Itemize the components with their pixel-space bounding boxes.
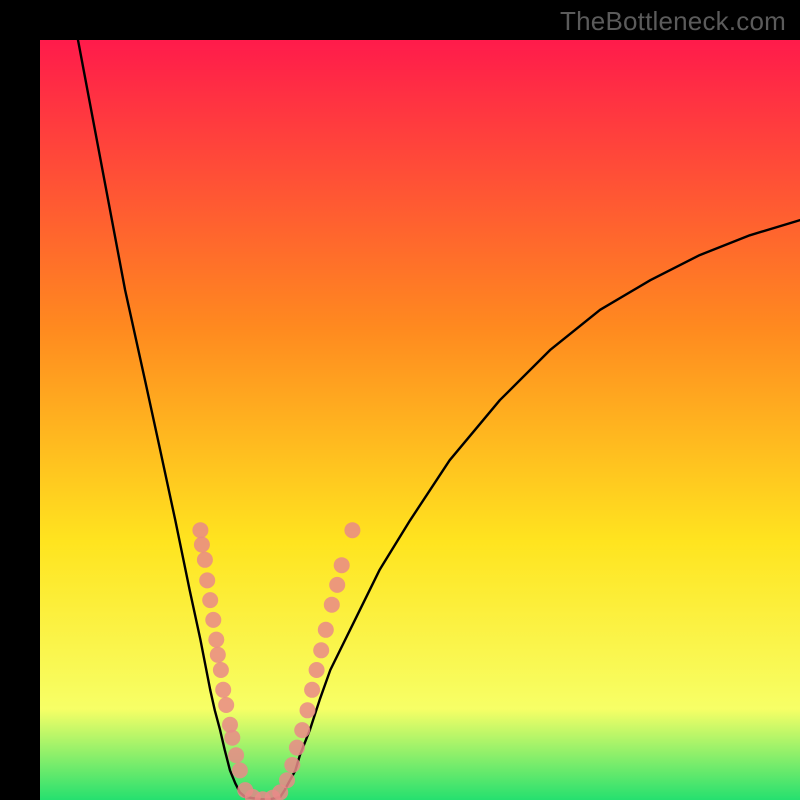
sample-dot xyxy=(232,762,248,778)
sample-dot xyxy=(304,682,320,698)
sample-dot xyxy=(284,757,300,773)
sample-dot xyxy=(313,642,329,658)
sample-dot xyxy=(334,557,350,573)
sample-dot xyxy=(279,772,295,788)
chart-frame: TheBottleneck.com xyxy=(0,0,800,800)
sample-dot xyxy=(205,612,221,628)
sample-dot xyxy=(218,697,234,713)
sample-dot xyxy=(228,747,244,763)
sample-dot xyxy=(192,522,208,538)
bottleneck-chart xyxy=(40,40,800,800)
sample-dot xyxy=(324,597,340,613)
sample-dot xyxy=(197,552,213,568)
watermark-text: TheBottleneck.com xyxy=(560,6,786,37)
sample-dot xyxy=(294,722,310,738)
plot-area xyxy=(40,40,800,800)
sample-dot xyxy=(224,730,240,746)
sample-dot xyxy=(213,662,229,678)
sample-dot xyxy=(210,647,226,663)
sample-dot xyxy=(199,572,215,588)
sample-dot xyxy=(289,740,305,756)
sample-dot xyxy=(215,682,231,698)
sample-dot xyxy=(344,522,360,538)
sample-dot xyxy=(300,702,316,718)
sample-dot xyxy=(194,537,210,553)
sample-dot xyxy=(202,592,218,608)
sample-dot xyxy=(318,622,334,638)
sample-dot xyxy=(208,632,224,648)
sample-dot xyxy=(309,662,325,678)
sample-dot xyxy=(329,577,345,593)
